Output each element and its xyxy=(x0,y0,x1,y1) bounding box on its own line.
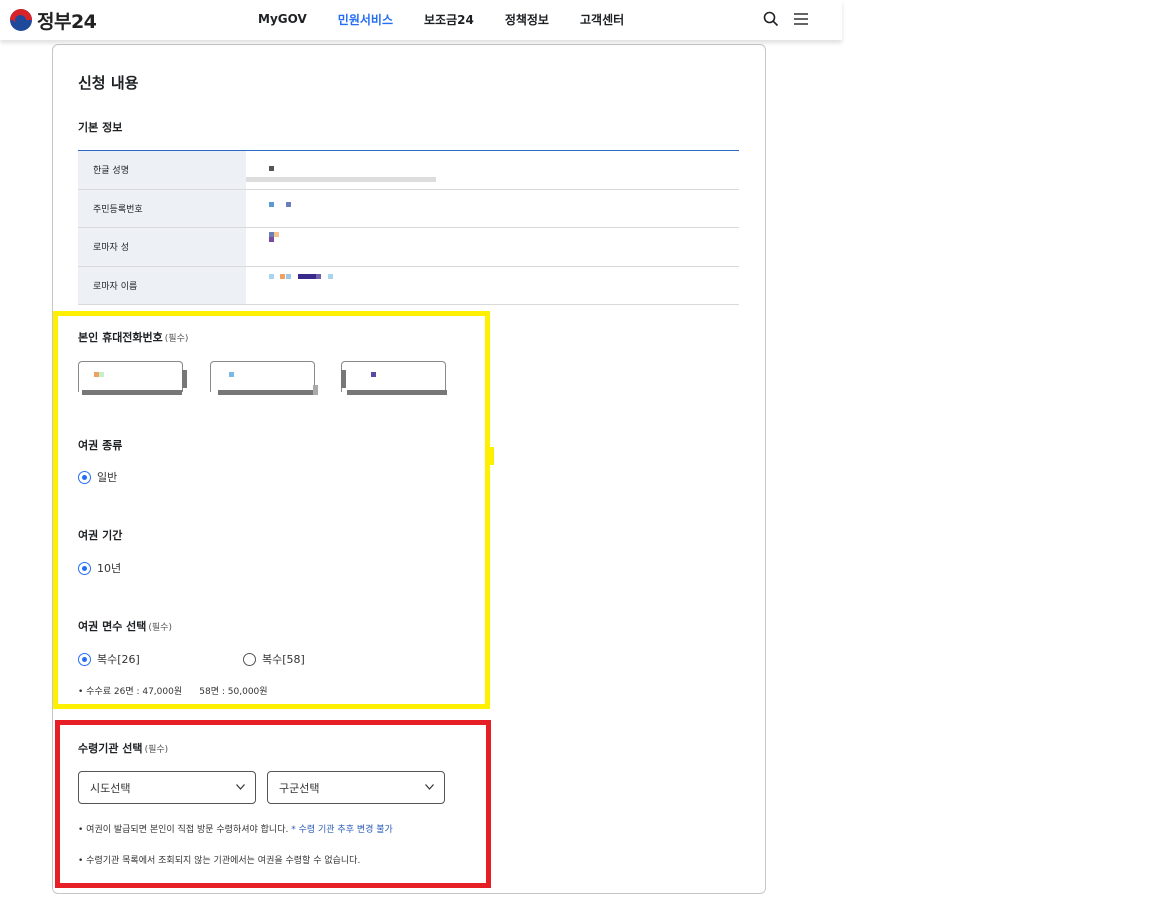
page-count-label: 여권 면수 선택 (필수) xyxy=(78,620,172,633)
phone-input-2[interactable] xyxy=(210,361,315,392)
table-row: 로마자 이름 xyxy=(78,266,739,305)
fee-note: • 수수료 26면 : 47,000원 58면 : 50,000원 xyxy=(78,687,268,697)
row-header-korean-name: 한글 성명 xyxy=(78,151,246,189)
masked-value xyxy=(246,151,739,189)
radio-checked-icon xyxy=(78,652,91,666)
masked-value xyxy=(246,190,739,228)
sido-select-value: 시도선택 xyxy=(90,781,131,795)
row-header-roman-given-name: 로마자 이름 xyxy=(78,266,246,304)
search-icon[interactable] xyxy=(763,11,779,27)
page-count-26-radio[interactable]: 복수[26] xyxy=(78,651,140,667)
top-header: 정부24 MyGOV 민원서비스 보조금24 정책정보 고객센터 xyxy=(0,0,842,40)
phone-label: 본인 휴대전화번호 (필수) xyxy=(78,331,189,344)
masked-bar xyxy=(218,390,313,395)
passport-period-label: 여권 기간 xyxy=(78,529,123,542)
page-title: 신청 내용 xyxy=(78,74,139,92)
passport-type-general-radio[interactable]: 일반 xyxy=(78,469,117,485)
row-header-resident-number: 주민등록번호 xyxy=(78,189,246,227)
passport-period-10y-radio[interactable]: 10년 xyxy=(78,560,121,576)
masked-bar xyxy=(347,390,447,395)
nav-civil-service[interactable]: 민원서비스 xyxy=(338,11,393,28)
pickup-note-1: • 여권이 발급되면 본인이 직접 방문 수령하셔야 합니다. * 수령 기관 … xyxy=(78,825,393,835)
radio-label: 복수[26] xyxy=(97,653,140,666)
radio-label: 복수[58] xyxy=(262,653,305,666)
radio-checked-icon xyxy=(78,470,91,484)
basic-info-table: 한글 성명 주민등록번호 로마자 성 로마자 이름 xyxy=(78,150,739,305)
taegeuk-logo-icon xyxy=(10,9,32,31)
gugun-select-value: 구군선택 xyxy=(279,781,320,795)
masked-value xyxy=(246,267,739,305)
basic-info-label: 기본 정보 xyxy=(78,121,123,134)
row-header-roman-surname: 로마자 성 xyxy=(78,228,246,266)
passport-type-label: 여권 종류 xyxy=(78,439,123,452)
masked-value xyxy=(246,228,739,266)
radio-label: 일반 xyxy=(97,471,118,484)
masked-bar xyxy=(341,370,346,388)
table-row: 로마자 성 xyxy=(78,228,739,267)
nav-subsidy24[interactable]: 보조금24 xyxy=(424,11,474,28)
radio-checked-icon xyxy=(78,561,91,575)
sido-select[interactable]: 시도선택 xyxy=(78,771,256,804)
nav-customer-center[interactable]: 고객센터 xyxy=(580,11,624,28)
radio-label: 10년 xyxy=(97,562,122,575)
phone-input-3[interactable] xyxy=(341,361,446,392)
table-row: 한글 성명 xyxy=(78,151,739,190)
site-logo[interactable]: 정부24 xyxy=(10,7,97,33)
pickup-note-2: • 수령기관 목록에서 조회되지 않는 기관에서는 여권을 수령할 수 없습니다… xyxy=(78,856,361,866)
nav-mygov[interactable]: MyGOV xyxy=(258,12,307,26)
pickup-office-label: 수령기관 선택 (필수) xyxy=(78,742,169,755)
table-row: 주민등록번호 xyxy=(78,189,739,228)
phone-input-1[interactable] xyxy=(78,361,183,392)
chevron-down-icon xyxy=(425,784,434,790)
radio-unchecked-icon xyxy=(243,652,256,666)
masked-bar xyxy=(82,390,182,395)
menu-icon[interactable] xyxy=(793,11,809,27)
logo-text: 정부24 xyxy=(37,10,97,33)
main-nav: MyGOV 민원서비스 보조금24 정책정보 고객센터 xyxy=(258,0,655,38)
masked-bar xyxy=(313,385,318,395)
highlight-marker-yellow xyxy=(490,447,494,465)
page-count-58-radio[interactable]: 복수[58] xyxy=(243,651,305,667)
masked-bar xyxy=(182,370,187,388)
chevron-down-icon xyxy=(236,784,245,790)
nav-policy-info[interactable]: 정책정보 xyxy=(505,11,549,28)
gugun-select[interactable]: 구군선택 xyxy=(267,771,445,804)
